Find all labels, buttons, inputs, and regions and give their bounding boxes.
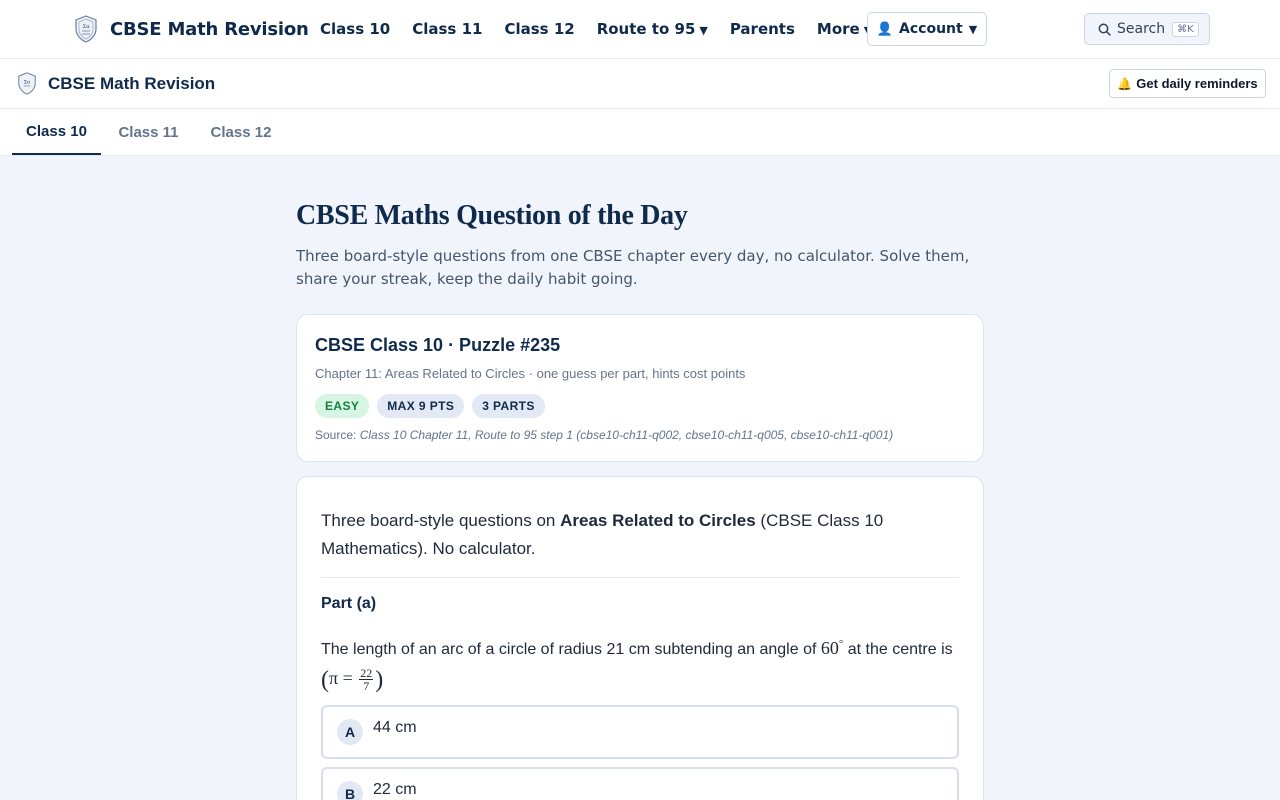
puzzle-subtitle: Chapter 11: Areas Related to Circles · o… [315, 366, 746, 381]
nav-route-to-95[interactable]: Route to 95 ▼ [597, 20, 708, 38]
user-icon: 👤 [876, 21, 894, 37]
search-shortcut: ⌘K [1172, 21, 1199, 37]
part-label: Part (a) [321, 595, 377, 612]
pi-fraction: 22 7 [359, 667, 374, 694]
intro-pre: Three board-style questions on [321, 511, 561, 530]
nav-class-11[interactable]: Class 11 [412, 20, 482, 38]
tab-class-12[interactable]: Class 12 [196, 109, 286, 155]
sub-brand-name: CBSE Math Revision [48, 73, 216, 93]
nav-more-label: More [816, 20, 860, 38]
brand-link[interactable]: Σπ CBSE Math Revision [74, 15, 309, 43]
question-mid: at the centre is [843, 641, 953, 658]
option-letter: A [337, 719, 363, 745]
daily-reminders-button[interactable]: 🔔 Get daily reminders [1109, 69, 1266, 98]
svg-text:Σπ: Σπ [83, 24, 91, 30]
class-tabs: Class 10 Class 11 Class 12 [0, 109, 1280, 156]
reminder-label: Get daily reminders [1136, 76, 1258, 91]
account-button[interactable]: 👤 Account ▼ [867, 12, 987, 46]
fraction-denominator: 7 [363, 679, 370, 694]
bell-icon: 🔔 [1117, 76, 1133, 91]
svg-text:Σπ: Σπ [24, 80, 30, 86]
chevron-down-icon: ▼ [968, 22, 978, 36]
nav-links: Class 10 Class 11 Class 12 Route to 95 ▼ … [320, 0, 894, 58]
option-text: 22 cm [373, 781, 417, 798]
page-title: CBSE Maths Question of the Day [296, 200, 688, 231]
tab-class-10[interactable]: Class 10 [12, 109, 101, 155]
difficulty-badge: EASY [315, 394, 370, 418]
option-text: 44 cm [373, 719, 417, 736]
question-card: Three board-style questions on Areas Rel… [296, 476, 984, 800]
tab-class-11[interactable]: Class 11 [104, 109, 193, 155]
nav-route-to-95-label: Route to 95 [596, 20, 696, 38]
shield-logo-icon: Σπ [18, 72, 36, 95]
nav-class-12[interactable]: Class 12 [504, 20, 574, 38]
pi-expression: π = [329, 668, 353, 688]
search-label: Search [1117, 21, 1166, 37]
question-pre: The length of an arc of a circle of radi… [321, 641, 821, 658]
search-button[interactable]: Search ⌘K [1084, 13, 1210, 45]
account-label: Account [899, 21, 963, 37]
parts-badge: 3 PARTS [472, 394, 545, 418]
source-value: Class 10 Chapter 11, Route to 95 step 1 … [359, 428, 894, 442]
answer-option-b[interactable]: B 22 cm [321, 767, 959, 800]
angle-number: 60 [820, 638, 839, 658]
page-description: Three board-style questions from one CBS… [296, 247, 970, 288]
answer-option-a[interactable]: A 44 cm [321, 705, 959, 759]
top-navigation: Σπ CBSE Math Revision Class 10 Class 11 … [0, 0, 1280, 59]
search-icon [1098, 23, 1111, 36]
shield-logo-icon: Σπ [75, 15, 97, 43]
nav-parents[interactable]: Parents [730, 20, 795, 38]
sub-brand-link[interactable]: Σπ CBSE Math Revision [17, 72, 215, 95]
close-paren: ) [375, 666, 384, 693]
puzzle-summary-card: CBSE Class 10 · Puzzle #235 Chapter 11: … [296, 314, 984, 462]
option-letter: B [337, 781, 363, 800]
max-points-badge: MAX 9 PTS [377, 394, 465, 418]
open-paren: ( [321, 666, 329, 693]
nav-class-10[interactable]: Class 10 [320, 20, 390, 38]
brand-name: CBSE Math Revision [110, 18, 309, 40]
intro-topic: Areas Related to Circles [560, 511, 756, 530]
chevron-down-icon: ▼ [699, 24, 708, 37]
angle-value: 60° [821, 638, 843, 658]
puzzle-source: Source: Class 10 Chapter 11, Route to 95… [315, 428, 893, 442]
nav-more[interactable]: More▼ [817, 20, 872, 38]
puzzle-badges: EASY MAX 9 PTS 3 PARTS [315, 394, 553, 418]
question-intro: Three board-style questions on Areas Rel… [321, 507, 961, 563]
divider [321, 577, 959, 578]
source-label: Source: [315, 428, 357, 442]
sub-header: Σπ CBSE Math Revision 🔔 Get daily remind… [0, 59, 1280, 109]
puzzle-title: CBSE Class 10 · Puzzle #235 [315, 335, 561, 355]
question-text: The length of an arc of a circle of radi… [321, 630, 961, 694]
